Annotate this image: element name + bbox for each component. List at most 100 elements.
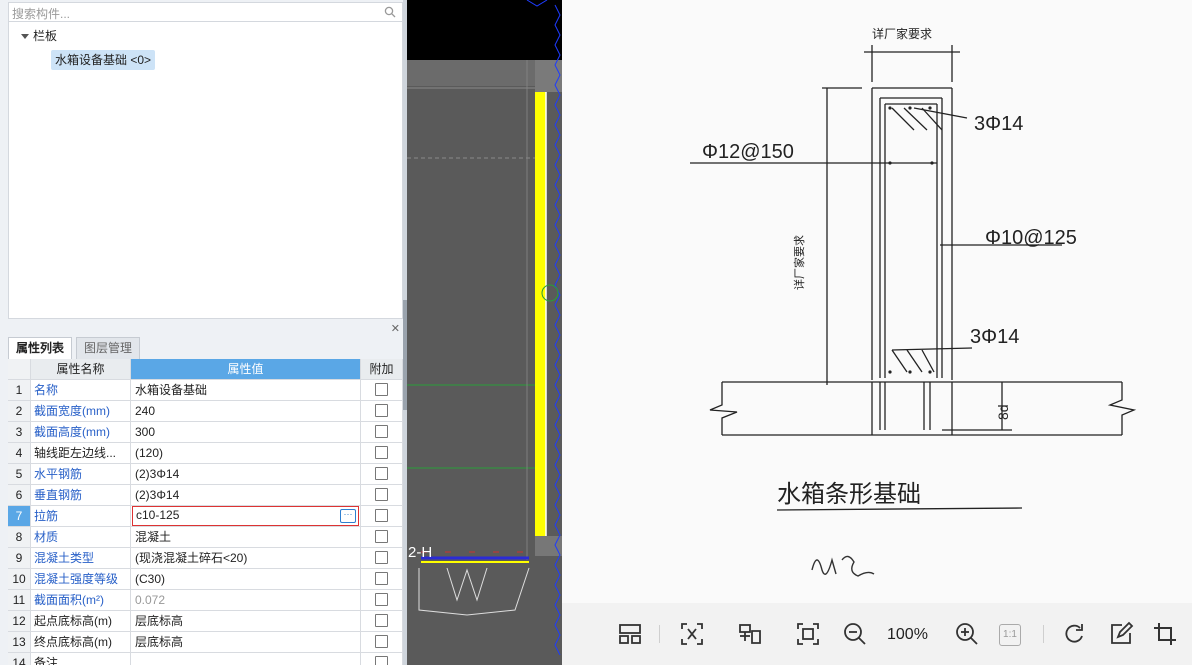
extra-checkbox[interactable] [375, 614, 388, 628]
side-note: 详厂家要求 [792, 235, 806, 290]
extra-checkbox[interactable] [375, 530, 388, 544]
property-name: 水平钢筋 [31, 464, 131, 485]
property-value[interactable]: (现浇混凝土碎石<20) [131, 548, 361, 569]
extra-cell [361, 485, 403, 506]
header-name: 属性名称 [31, 359, 131, 380]
cad-viewport[interactable]: 2-H [407, 0, 562, 665]
table-row[interactable]: 12 起点底标高(m) 层底标高 [8, 611, 403, 632]
property-name: 混凝土强度等级 [31, 569, 131, 590]
extra-checkbox[interactable] [375, 551, 388, 565]
row-number: 4 [8, 443, 31, 464]
tab-layers[interactable]: 图层管理 [76, 337, 141, 360]
extra-checkbox[interactable] [375, 467, 388, 481]
extra-checkbox[interactable] [375, 383, 388, 397]
row-number: 2 [8, 401, 31, 422]
property-value[interactable]: 层底标高 [131, 632, 361, 653]
tree-category[interactable]: 栏板 [21, 28, 57, 44]
axis-label: 2-H [408, 544, 432, 561]
extra-cell [361, 464, 403, 485]
header-value: 属性值 [131, 359, 361, 380]
property-value[interactable]: 层底标高 [131, 611, 361, 632]
property-value[interactable]: (120) [131, 443, 361, 464]
signature [811, 555, 875, 577]
tree-category-label: 栏板 [33, 29, 58, 43]
property-value[interactable]: c10-125 [136, 508, 179, 522]
rotate-icon[interactable] [1062, 621, 1088, 647]
property-value-editor[interactable]: c10-125 ··· [132, 506, 359, 526]
extra-checkbox[interactable] [375, 425, 388, 439]
fullscreen-icon[interactable] [795, 621, 821, 647]
tab-properties[interactable]: 属性列表 [8, 337, 73, 360]
extra-checkbox[interactable] [375, 635, 388, 649]
row-number: 11 [8, 590, 31, 611]
property-name: 截面面积(m²) [31, 590, 131, 611]
property-value[interactable]: 水箱设备基础 [131, 380, 361, 401]
zoom-in-icon[interactable] [954, 621, 980, 647]
table-row[interactable]: 13 终点底标高(m) 层底标高 [8, 632, 403, 653]
table-row[interactable]: 8 材质 混凝土 [8, 527, 403, 548]
table-row[interactable]: 6 垂直钢筋 (2)3Φ14 [8, 485, 403, 506]
row-number: 9 [8, 548, 31, 569]
rebar-horizontal-label: Φ12@150 [702, 141, 794, 163]
table-row[interactable]: 9 混凝土类型 (现浇混凝土碎石<20) [8, 548, 403, 569]
caret-down-icon[interactable] [21, 34, 29, 40]
property-name: 终点底标高(m) [31, 632, 131, 653]
table-row[interactable]: 4 轴线距左边线... (120) [8, 443, 403, 464]
fit-icon[interactable] [679, 621, 705, 647]
extra-checkbox[interactable] [375, 446, 388, 460]
property-value[interactable]: 0.072 [131, 590, 361, 611]
tab-bar: 属性列表 图层管理 [8, 337, 403, 360]
table-row[interactable]: 7 拉筋 c10-125 ··· [8, 506, 403, 527]
component-panel: 搜索构件... 栏板 水箱设备基础 <0> ✕ 属性列表 图层管理 属性名称 属… [0, 0, 407, 665]
property-name: 混凝土类型 [31, 548, 131, 569]
extra-cell [361, 401, 403, 422]
property-value[interactable]: (2)3Φ14 [131, 485, 361, 506]
actual-size-icon[interactable]: 1:1 [999, 624, 1021, 646]
search-icon[interactable] [384, 6, 396, 18]
property-value[interactable]: 240 [131, 401, 361, 422]
layout-icon[interactable] [617, 621, 643, 647]
property-name: 截面高度(mm) [31, 422, 131, 443]
extra-cell [361, 632, 403, 653]
extra-checkbox[interactable] [375, 656, 388, 665]
property-name: 材质 [31, 527, 131, 548]
zoom-out-icon[interactable] [842, 621, 868, 647]
grid-header: 属性名称 属性值 附加 [8, 359, 403, 380]
property-name: 备注 [31, 653, 131, 665]
table-row[interactable]: 10 混凝土强度等级 (C30) [8, 569, 403, 590]
property-grid: 属性名称 属性值 附加 1 名称 水箱设备基础 2 截面宽度(mm) 240 3 截面高度(m… [8, 359, 403, 665]
property-name: 轴线距左边线... [31, 443, 131, 464]
more-icon[interactable]: ··· [340, 509, 356, 523]
search-box[interactable]: 搜索构件... [8, 2, 403, 22]
close-icon[interactable]: ✕ [391, 322, 400, 335]
table-row[interactable]: 2 截面宽度(mm) 240 [8, 401, 403, 422]
property-name: 名称 [31, 380, 131, 401]
extra-checkbox[interactable] [375, 572, 388, 586]
table-row[interactable]: 1 名称 水箱设备基础 [8, 380, 403, 401]
property-value[interactable]: 混凝土 [131, 527, 361, 548]
tree-item-selected[interactable]: 水箱设备基础 <0> [51, 50, 156, 70]
extra-checkbox[interactable] [375, 509, 388, 523]
extra-checkbox[interactable] [375, 404, 388, 418]
rebar-top-label: 3Φ14 [974, 113, 1023, 135]
table-row[interactable]: 14 备注 [8, 653, 403, 665]
property-value[interactable] [131, 653, 361, 665]
ocr-icon[interactable] [737, 621, 763, 647]
property-value[interactable]: (C30) [131, 569, 361, 590]
edit-icon[interactable] [1108, 621, 1134, 647]
image-viewer: 详厂家要求 详厂家要求 3Φ14 Φ12@150 Φ10@125 3Φ14 8d… [562, 0, 1192, 665]
toolbar-separator [659, 625, 660, 643]
top-note: 详厂家要求 [872, 26, 932, 41]
table-row[interactable]: 11 截面面积(m²) 0.072 [8, 590, 403, 611]
property-value[interactable]: (2)3Φ14 [131, 464, 361, 485]
row-number: 6 [8, 485, 31, 506]
extra-checkbox[interactable] [375, 593, 388, 607]
property-value[interactable]: 300 [131, 422, 361, 443]
property-name: 起点底标高(m) [31, 611, 131, 632]
crop-icon[interactable] [1152, 621, 1178, 647]
extra-cell [361, 548, 403, 569]
table-row[interactable]: 5 水平钢筋 (2)3Φ14 [8, 464, 403, 485]
search-input[interactable]: 搜索构件... [12, 5, 70, 22]
extra-checkbox[interactable] [375, 488, 388, 502]
table-row[interactable]: 3 截面高度(mm) 300 [8, 422, 403, 443]
